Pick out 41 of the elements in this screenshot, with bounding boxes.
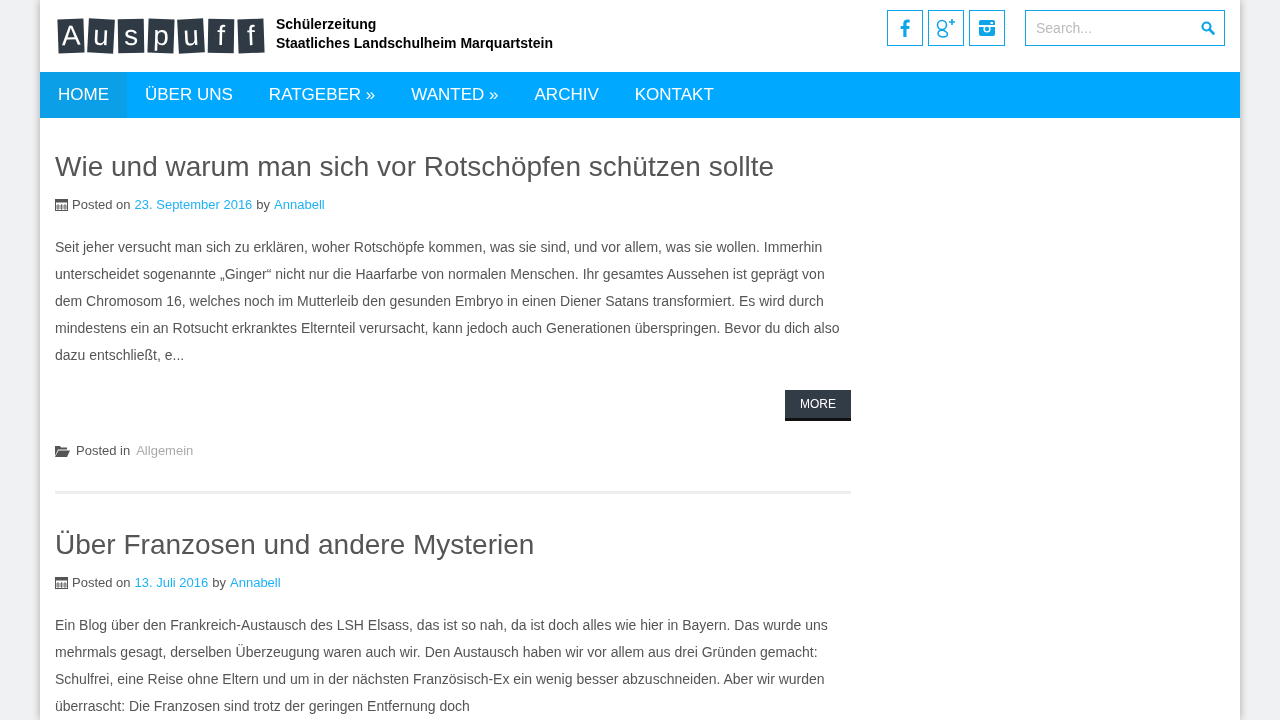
nav-item[interactable]: ARCHIV [516, 71, 617, 118]
by-label: by [256, 195, 271, 214]
category-link[interactable]: Allgemein [136, 441, 194, 461]
author-link[interactable]: Annabell [230, 572, 281, 592]
post-title[interactable]: Über Franzosen und andere Mysterien [55, 525, 851, 564]
author-link[interactable]: Annabell [274, 194, 325, 214]
calendar-icon [55, 197, 68, 211]
by-label: by [212, 573, 226, 592]
nav-item[interactable]: KONTAKT [616, 71, 732, 118]
search-icon [1201, 21, 1215, 35]
logo-letter: p [147, 18, 175, 54]
calendar-icon [55, 575, 68, 589]
date-link[interactable]: 23. September 2016 [134, 194, 253, 214]
date-link[interactable]: 13. Juli 2016 [134, 572, 209, 592]
posted-in-label: Posted in [76, 442, 131, 460]
nav-item[interactable]: ÜBER UNS [127, 71, 251, 118]
logo-letter: A [57, 18, 85, 54]
folder-icon [55, 444, 70, 457]
logo-letter: f [207, 18, 235, 54]
nav-item[interactable]: HOME [40, 71, 127, 118]
nav-item[interactable]: RATGEBER » [250, 71, 394, 118]
logo-letter: u [177, 18, 205, 54]
search-field[interactable]: Search... [1025, 10, 1225, 46]
post-excerpt: Ein Blog über den Frankreich-Austausch des LSH Elsass, das ist so nah, da ist doch alles wie hier in Bayern. Das wurde uns mehrmals gesagt, derselben Überzeugung waren auch wir. Den Austausch haben wir vor allem aus drei Gründen gemacht: Schulfrei, eine Reise ohne Eltern und um in der nächsten Französisch-Ex ein wenig besser abzuschneiden. Aber wir wurden überrascht: Die Franzosen sind trotz der geringen Entfernung doch [55, 616, 829, 716]
posted-on-label: Posted on [72, 573, 131, 592]
social-link[interactable] [969, 10, 1005, 46]
social-link[interactable] [928, 10, 964, 46]
post-title[interactable]: Wie und warum man sich vor Rotschöpfen schützen sollte [55, 147, 851, 186]
instagram-icon [979, 20, 995, 36]
posted-on-label: Posted on [72, 195, 131, 214]
logo-subtitle: Staatliches Landschulheim Marquartstein [276, 34, 553, 53]
logo-letter: f [237, 18, 265, 54]
facebook-icon [900, 19, 910, 37]
logo-subtitle: Schülerzeitung [276, 15, 378, 34]
post-excerpt: Seit jeher versucht man sich zu erklären, woher Rotschöpfe kommen, was sie sind, und vor allem, was sie wollen. Immerhin unterscheidet sogenannte „Ginger“ nicht nur die Haarfarbe von normalen Menschen. Ihr gesamtes Aussehen ist geprägt von dem Chromosom 16, welches noch im Mutterleib den gesunden Embryo in einen Diener Satans transformiert. Es wird durch mindestens ein an Rotsucht erkranktes Elternteil verursacht, kann jedoch auch Generationen überspringen. Bevor du dich also dazu entschließt, e... [55, 238, 841, 365]
social-link[interactable] [887, 10, 923, 46]
more-button[interactable]: MORE [785, 390, 851, 421]
nav-item[interactable]: WANTED » [393, 71, 517, 118]
logo-letter: s [117, 18, 145, 54]
google-plus-icon [935, 18, 957, 38]
logo-letter: u [87, 18, 115, 54]
